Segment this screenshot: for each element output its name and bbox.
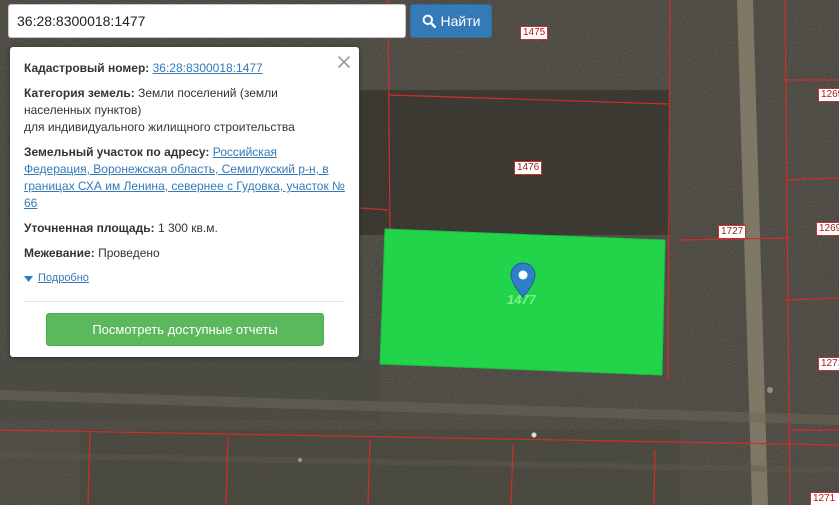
address-row: Земельный участок по адресу: Российская … [24,144,345,212]
cadastral-number-label: Кадастровый номер: [24,61,150,75]
caret-down-icon [24,275,33,282]
search-icon [422,14,436,28]
map-marker-icon[interactable] [510,262,536,298]
survey-label: Межевание: [24,246,95,260]
area-value: 1 300 кв.м. [157,221,218,235]
search-button[interactable]: Найти [410,4,492,38]
survey-value: Проведено [98,246,160,260]
land-category-label: Категория земель: [24,86,135,100]
cadastral-number-row: Кадастровый номер: 36:28:8300018:1477 [24,60,345,77]
parcel-label: 1269 [816,222,839,236]
land-usage-value: для индивидуального жилищного строительс… [24,120,295,134]
panel-divider [24,301,345,302]
parcel-label: 1476 [514,161,543,175]
parcel-label: 1271 [810,492,839,505]
close-icon[interactable] [335,53,353,71]
area-row: Уточненная площадь: 1 300 кв.м. [24,220,345,237]
area-label: Уточненная площадь: [24,221,155,235]
details-toggle[interactable]: Подробно [24,270,345,287]
parcel-label: 1271 [818,357,839,371]
parcel-label: 1727 [718,225,747,239]
address-label: Земельный участок по адресу: [24,145,210,159]
details-link[interactable]: Подробно [38,270,89,287]
cadastral-number-link[interactable]: 36:28:8300018:1477 [153,61,263,75]
parcel-label: 1475 [520,26,549,40]
land-category-row: Категория земель: Земли поселений (земли… [24,85,345,136]
survey-row: Межевание: Проведено [24,245,345,262]
search-input[interactable] [8,4,406,38]
search-button-label: Найти [440,13,481,29]
parcel-label: 1269 [818,88,839,102]
parcel-info-panel: Кадастровый номер: 36:28:8300018:1477 Ка… [10,47,359,357]
view-reports-button[interactable]: Посмотреть доступные отчеты [46,313,324,346]
